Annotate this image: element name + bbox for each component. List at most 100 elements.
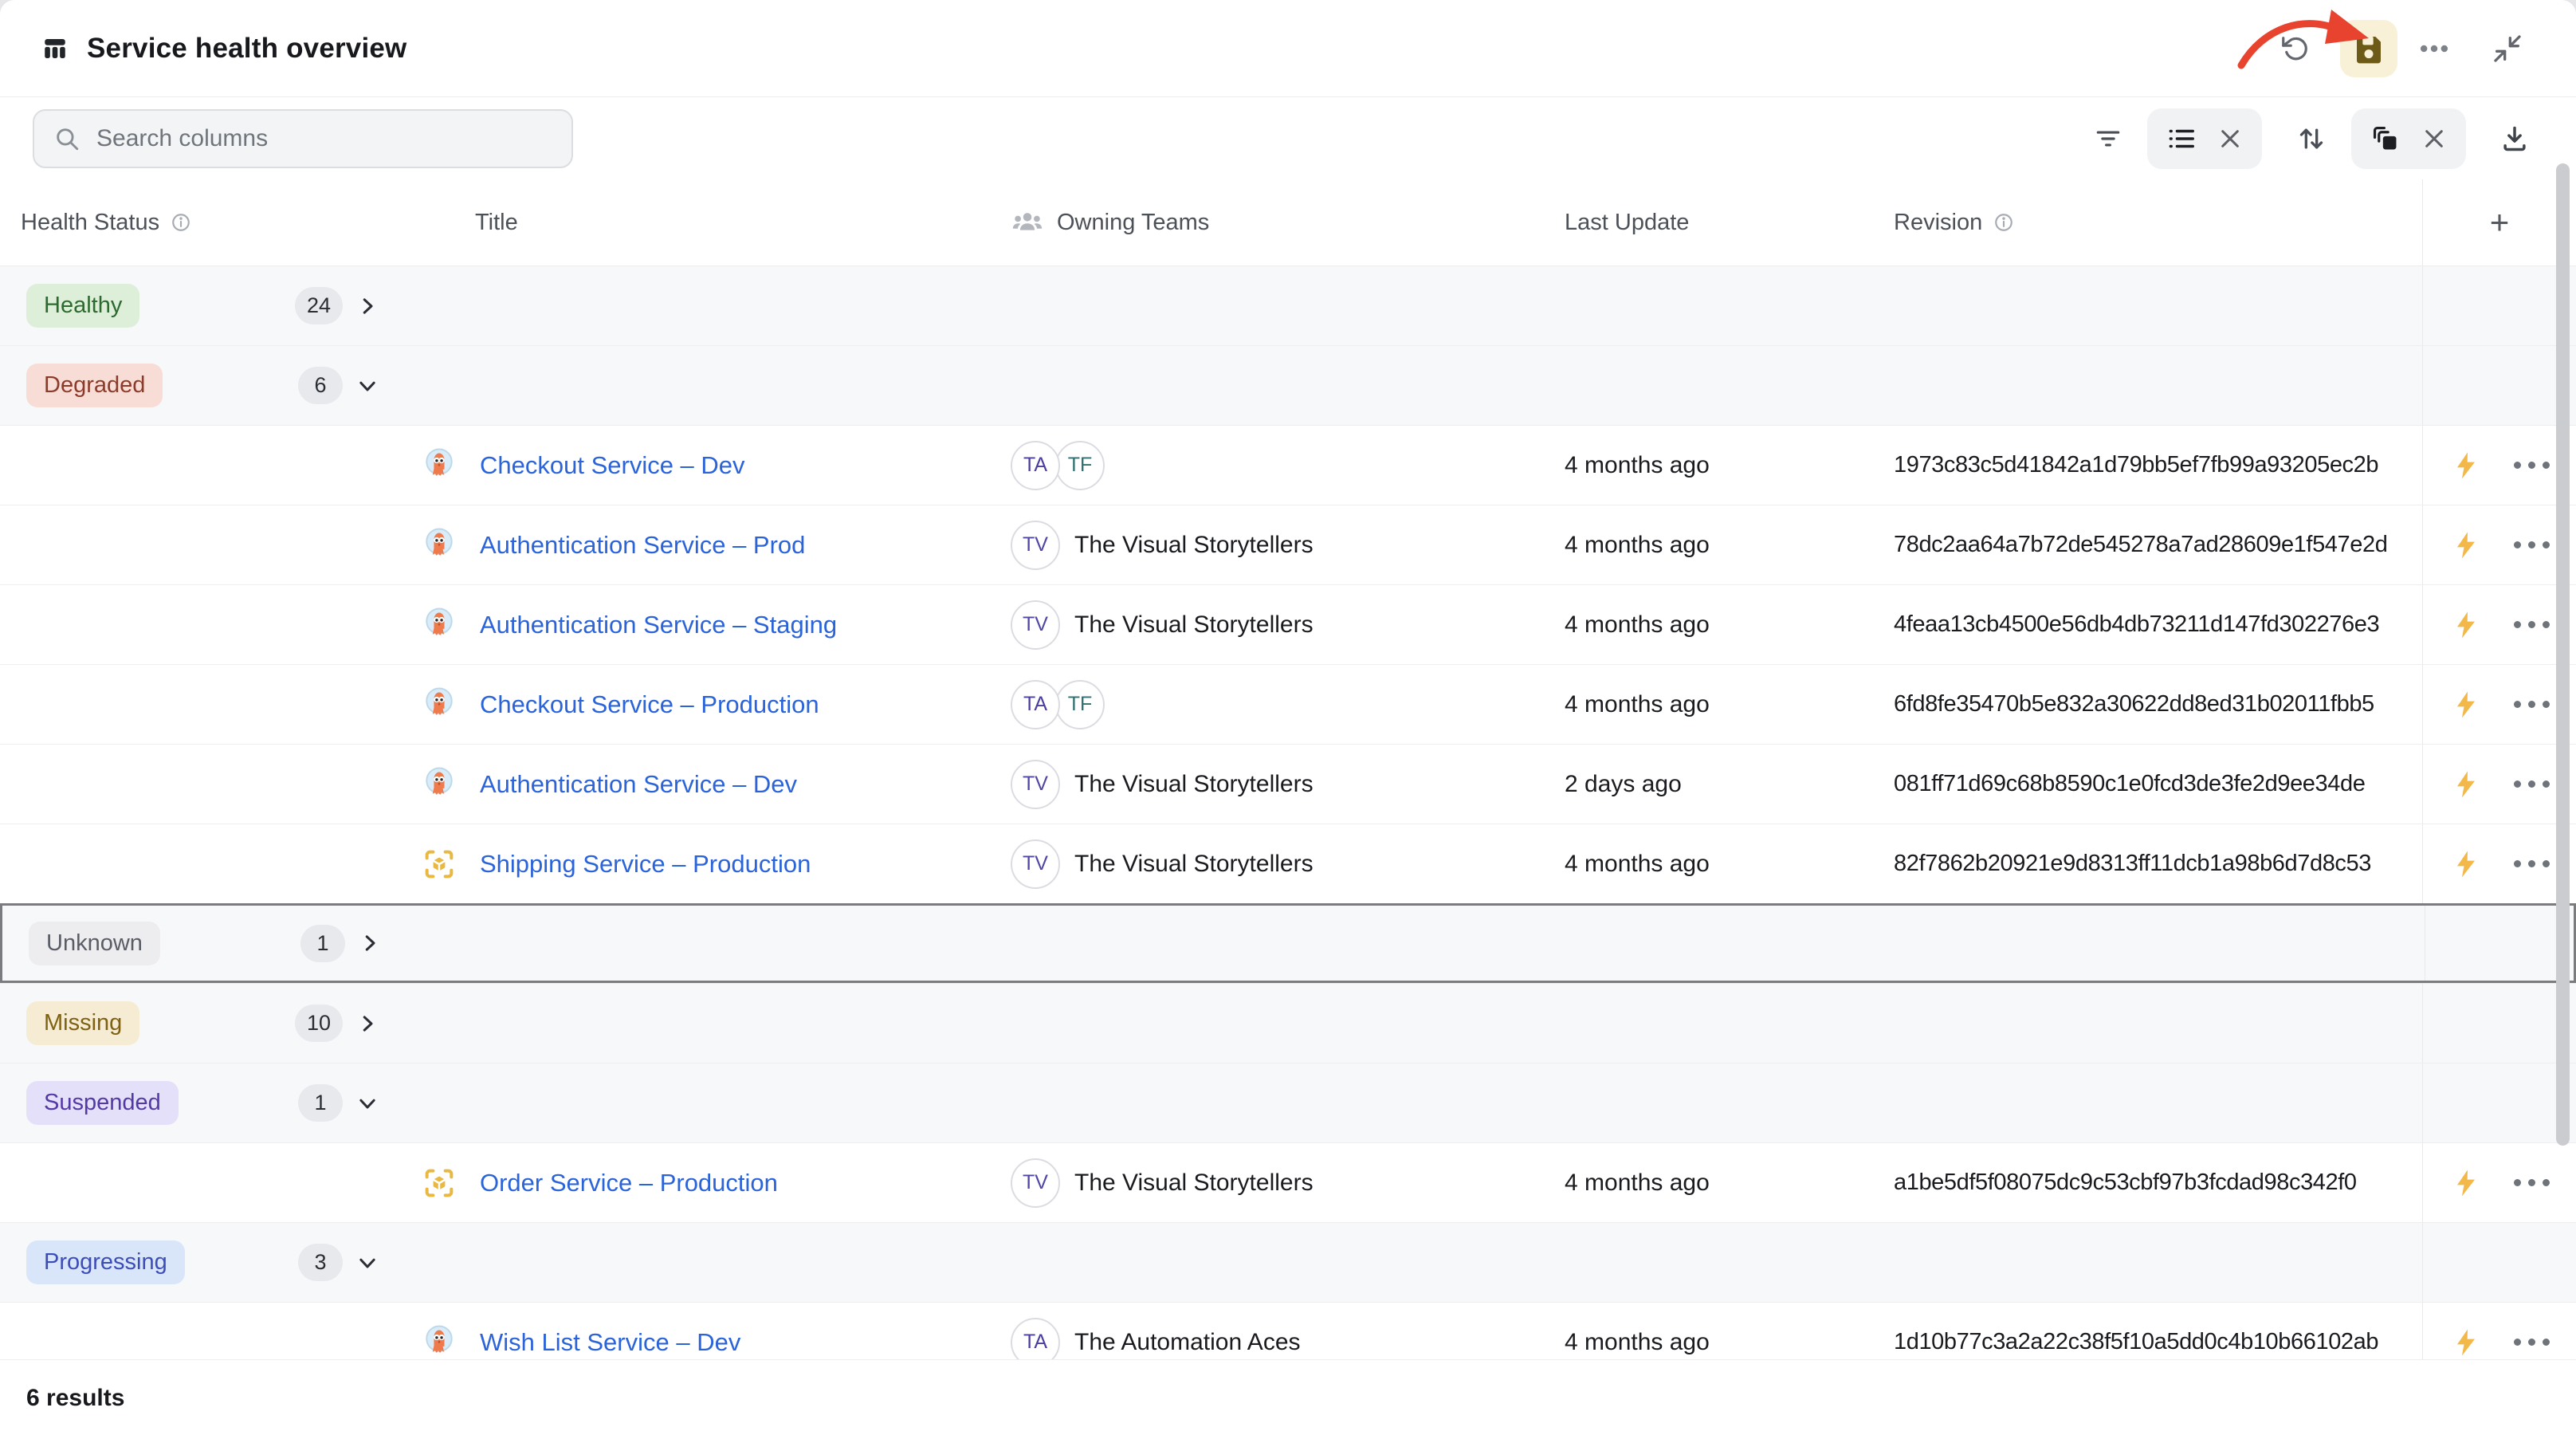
status-badge: Healthy <box>26 284 139 328</box>
team-avatar[interactable]: TA <box>1011 441 1060 490</box>
column-header-row: Health Status Title Owning Teams Last Up… <box>0 179 2576 265</box>
chevron-right-icon[interactable] <box>355 294 379 318</box>
search-icon <box>53 125 80 152</box>
service-title-link[interactable]: Authentication Service – Prod <box>480 531 805 560</box>
squid-service-icon <box>421 766 457 803</box>
filter-icon <box>2093 124 2123 154</box>
table-body: Healthy 24 Degraded 6 <box>0 265 2576 1359</box>
revision-hash: 4feaa13cb4500e56db4db73211d147fd302276e3 <box>1894 611 2379 638</box>
team-name: The Visual Storytellers <box>1074 771 1314 798</box>
stack-view-control <box>2351 108 2466 169</box>
service-row: Order Service – Production TV The Visual… <box>0 1142 2576 1222</box>
row-menu-button[interactable] <box>2509 457 2554 474</box>
clear-list-button[interactable] <box>2217 126 2243 151</box>
column-header-owning-teams[interactable]: Owning Teams <box>1011 179 1565 265</box>
column-header-last-update[interactable]: Last Update <box>1565 179 1894 265</box>
chevron-right-icon[interactable] <box>358 931 382 955</box>
team-name: The Visual Storytellers <box>1074 611 1314 639</box>
lightning-icon[interactable] <box>2450 1167 2482 1199</box>
column-header-health-status[interactable]: Health Status <box>0 179 421 265</box>
column-header-revision[interactable]: Revision <box>1894 179 2422 265</box>
chevron-down-icon[interactable] <box>355 1091 379 1115</box>
group-row[interactable]: Healthy 24 <box>0 265 2576 345</box>
row-menu-button[interactable] <box>2509 1174 2554 1191</box>
filter-button[interactable] <box>2093 124 2123 154</box>
service-row: Checkout Service – Dev TATF 4 months ago… <box>0 425 2576 505</box>
list-view-button[interactable] <box>2166 124 2197 154</box>
save-button[interactable] <box>2340 20 2397 77</box>
row-menu-button[interactable] <box>2509 1334 2554 1350</box>
team-avatar[interactable]: TV <box>1011 600 1060 650</box>
service-title-link[interactable]: Shipping Service – Production <box>480 850 811 879</box>
team-avatar[interactable]: TV <box>1011 760 1060 809</box>
table-icon <box>41 34 69 63</box>
lightning-icon[interactable] <box>2450 1327 2482 1358</box>
collapse-button[interactable] <box>2492 33 2523 65</box>
team-name: The Automation Aces <box>1074 1329 1301 1356</box>
group-count: 24 <box>295 287 343 324</box>
lightning-icon[interactable] <box>2450 529 2482 561</box>
revision-hash: 78dc2aa64a7b72de545278a7ad28609e1f547e2d <box>1894 532 2387 558</box>
lightning-icon[interactable] <box>2450 769 2482 800</box>
download-button[interactable] <box>2499 124 2530 154</box>
row-menu-button[interactable] <box>2509 537 2554 553</box>
vertical-scrollbar-thumb[interactable] <box>2556 163 2570 1146</box>
list-view-icon <box>2166 124 2197 154</box>
service-title-link[interactable]: Wish List Service – Dev <box>480 1328 740 1357</box>
lightning-icon[interactable] <box>2450 609 2482 641</box>
group-row[interactable]: Suspended 1 <box>0 1063 2576 1142</box>
search-box[interactable] <box>33 109 573 168</box>
service-title-link[interactable]: Authentication Service – Staging <box>480 611 837 639</box>
service-title-link[interactable]: Order Service – Production <box>480 1169 778 1197</box>
group-row[interactable]: Unknown 1 <box>0 903 2576 983</box>
chevron-down-icon[interactable] <box>355 1251 379 1275</box>
service-title-link[interactable]: Authentication Service – Dev <box>480 770 797 799</box>
stack-view-button[interactable] <box>2370 124 2401 154</box>
row-menu-button[interactable] <box>2509 855 2554 872</box>
revision-hash: 1973c83c5d41842a1d79bb5ef7fb99a93205ec2b <box>1894 452 2378 478</box>
lightning-icon[interactable] <box>2450 450 2482 482</box>
group-row[interactable]: Degraded 6 <box>0 345 2576 425</box>
undo-button[interactable] <box>2280 33 2310 64</box>
clear-stack-button[interactable] <box>2421 126 2447 151</box>
squid-service-icon <box>421 447 457 484</box>
download-icon <box>2499 124 2530 154</box>
table-toolbar <box>0 97 2576 179</box>
chevron-down-icon[interactable] <box>355 374 379 398</box>
lightning-icon[interactable] <box>2450 848 2482 880</box>
owning-teams-header-label: Owning Teams <box>1057 210 1209 236</box>
squid-service-icon <box>421 527 457 564</box>
sort-button[interactable] <box>2295 123 2327 155</box>
info-icon[interactable] <box>171 212 191 233</box>
team-name: The Visual Storytellers <box>1074 532 1314 559</box>
add-column-button[interactable]: + <box>2422 179 2576 265</box>
service-title-link[interactable]: Checkout Service – Production <box>480 690 819 719</box>
search-input[interactable] <box>95 124 552 153</box>
lightning-icon[interactable] <box>2450 689 2482 721</box>
last-update-value: 2 days ago <box>1565 771 1682 798</box>
team-avatar[interactable]: TA <box>1011 1318 1060 1360</box>
status-badge: Missing <box>26 1001 139 1045</box>
team-avatar[interactable]: TV <box>1011 839 1060 889</box>
last-update-value: 4 months ago <box>1565 532 1710 559</box>
team-avatar[interactable]: TV <box>1011 521 1060 570</box>
team-avatars: TV <box>1011 839 1060 889</box>
row-menu-button[interactable] <box>2509 776 2554 792</box>
team-avatar[interactable]: TV <box>1011 1158 1060 1208</box>
status-badge: Progressing <box>26 1240 185 1284</box>
info-icon[interactable] <box>1993 212 2014 233</box>
row-menu-button[interactable] <box>2509 696 2554 713</box>
column-header-title[interactable]: Title <box>421 179 1011 265</box>
table-footer: 6 results <box>0 1359 2576 1435</box>
team-avatar[interactable]: TF <box>1055 680 1105 729</box>
group-row[interactable]: Progressing 3 <box>0 1222 2576 1302</box>
more-options-button[interactable] <box>2417 31 2452 66</box>
service-title-link[interactable]: Checkout Service – Dev <box>480 451 745 480</box>
row-menu-button[interactable] <box>2509 616 2554 633</box>
service-row: Wish List Service – Dev TA The Automatio… <box>0 1302 2576 1359</box>
team-avatar[interactable]: TA <box>1011 680 1060 729</box>
group-row[interactable]: Missing 10 <box>0 983 2576 1063</box>
chevron-right-icon[interactable] <box>355 1012 379 1036</box>
team-avatar[interactable]: TF <box>1055 441 1105 490</box>
page-title: Service health overview <box>87 33 406 65</box>
